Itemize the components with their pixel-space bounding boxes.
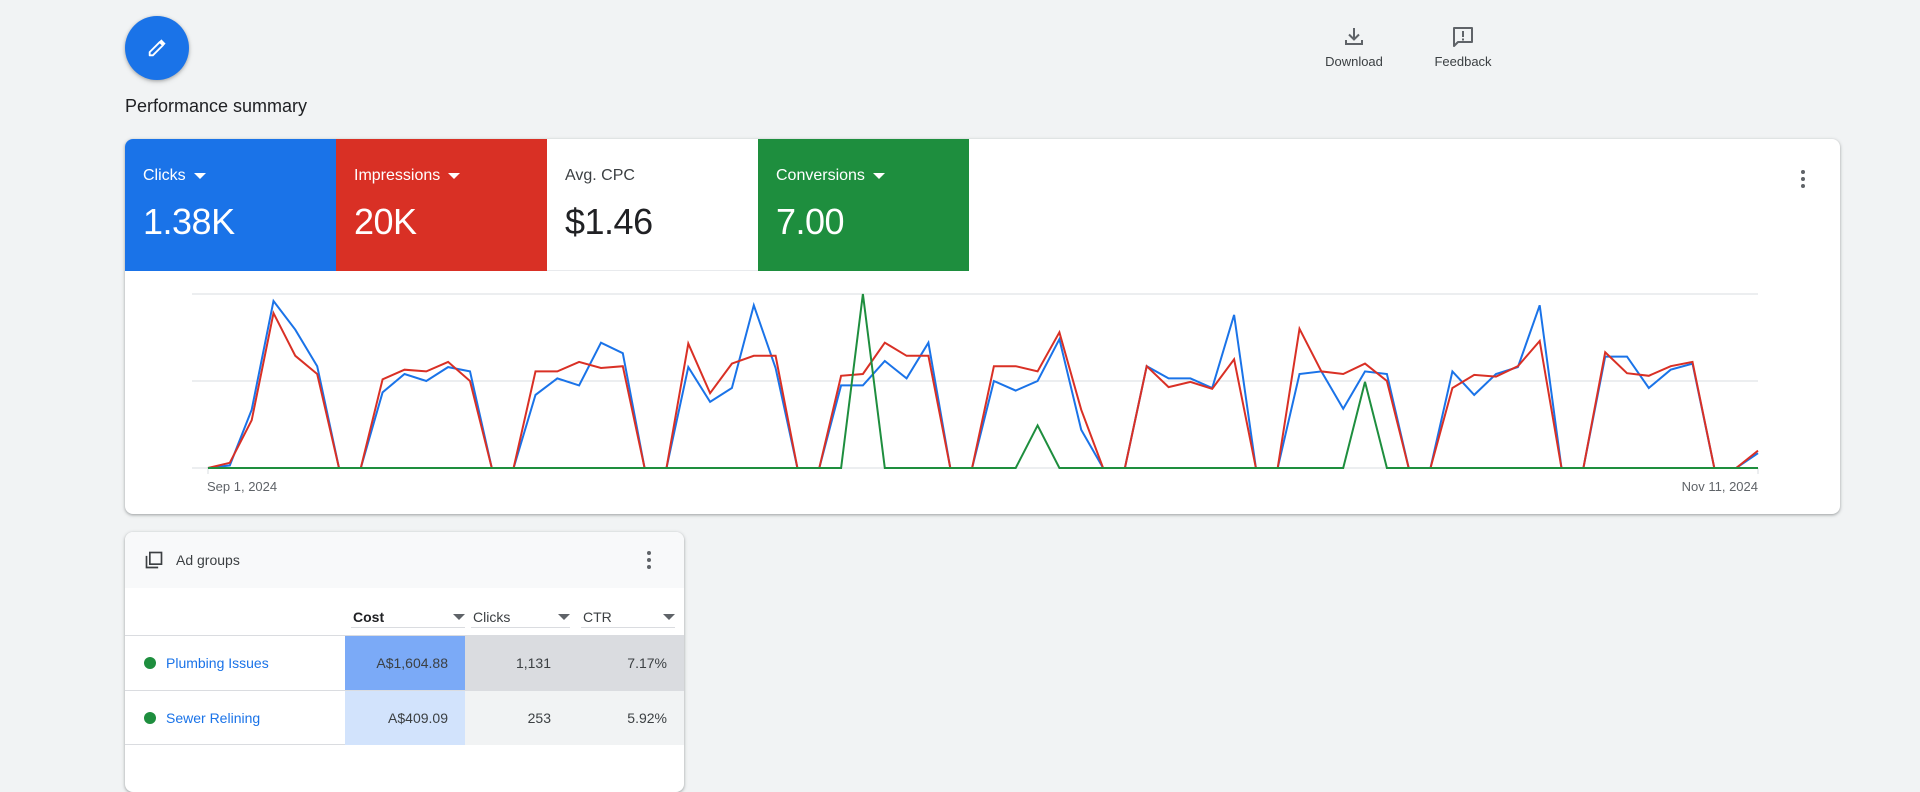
sort-caret-icon — [663, 613, 675, 620]
caret-down-icon — [448, 173, 461, 179]
pencil-icon — [148, 39, 166, 57]
download-icon — [1345, 28, 1363, 45]
cost-cell: A$1,604.88 — [345, 636, 465, 690]
column-label: Clicks — [473, 608, 511, 625]
column-label: Cost — [353, 608, 385, 625]
feedback-label: Feedback — [1434, 54, 1492, 69]
cost-cell: A$409.09 — [345, 691, 465, 745]
line-chart — [192, 293, 1759, 474]
ad-group-name-cell: Sewer Relining — [125, 691, 345, 745]
metric-label: Clicks — [143, 167, 186, 184]
series-line-clicks — [207, 298, 1759, 469]
feedback-icon — [1453, 27, 1473, 47]
feedback-button[interactable]: Feedback — [1418, 24, 1508, 69]
metric-value: 7.00 — [776, 201, 845, 242]
metric-label: Impressions — [354, 167, 441, 184]
ctr-cell: 7.17% — [568, 636, 684, 690]
performance-card: Clicks 1.38K Impressions 20K Avg. CPC $1… — [125, 139, 1840, 514]
metric-value: 20K — [354, 201, 417, 242]
ctr-cell: 5.92% — [568, 691, 684, 745]
ad-group-link[interactable]: Plumbing Issues — [166, 655, 269, 671]
ad-group-link[interactable]: Sewer Relining — [166, 710, 260, 726]
performance-chart — [125, 271, 1840, 514]
x-axis-end-label: Nov 11, 2024 — [1681, 479, 1758, 494]
series-line-impressions — [207, 310, 1759, 469]
more-options-button[interactable] — [1791, 167, 1815, 191]
ad-groups-header: Ad groups — [125, 532, 684, 588]
x-axis-start-label: Sep 1, 2024 — [207, 479, 278, 494]
ad-group-name-cell: Plumbing Issues — [125, 636, 345, 690]
caret-down-icon — [193, 173, 206, 179]
metric-tile-impressions[interactable]: Impressions 20K — [336, 139, 547, 271]
metric-tile-avg-cpc[interactable]: Avg. CPC $1.46 — [547, 139, 758, 271]
ad-groups-icon — [145, 551, 163, 569]
metric-label: Conversions — [776, 167, 865, 184]
more-vert-icon — [647, 551, 651, 555]
ad-groups-title: Ad groups — [176, 552, 240, 568]
table-row: Sewer Relining A$409.09 253 5.92% — [125, 690, 684, 745]
more-vert-icon — [1801, 170, 1805, 174]
sort-caret-icon — [453, 613, 465, 620]
page-title: Performance summary — [125, 96, 308, 116]
status-enabled-icon — [144, 657, 156, 669]
metric-value: 1.38K — [143, 201, 235, 242]
column-header-ctr[interactable]: CTR — [581, 606, 675, 628]
clicks-cell: 1,131 — [465, 636, 568, 690]
status-enabled-icon — [144, 712, 156, 724]
download-label: Download — [1325, 54, 1383, 69]
column-label: CTR — [583, 608, 612, 625]
metric-label: Avg. CPC — [565, 167, 635, 184]
ad-groups-table: Cost Clicks CTR Plumbing Issues A$1,604.… — [125, 588, 684, 745]
metric-tile-clicks[interactable]: Clicks 1.38K — [125, 139, 336, 271]
column-header-cost[interactable]: Cost — [351, 606, 465, 628]
download-button[interactable]: Download — [1309, 24, 1399, 69]
caret-down-icon — [872, 173, 885, 179]
ad-groups-card: Ad groups Cost Clicks CTR Plumbing Issue… — [125, 532, 684, 792]
edit-fab-button[interactable] — [125, 16, 189, 80]
metric-tile-conversions[interactable]: Conversions 7.00 — [758, 139, 969, 271]
table-header-row: Cost Clicks CTR — [125, 588, 684, 635]
table-row: Plumbing Issues A$1,604.88 1,131 7.17% — [125, 635, 684, 690]
metric-tiles: Clicks 1.38K Impressions 20K Avg. CPC $1… — [125, 139, 969, 271]
metric-value: $1.46 — [565, 201, 653, 242]
column-header-clicks[interactable]: Clicks — [471, 606, 570, 628]
clicks-cell: 253 — [465, 691, 568, 745]
ad-groups-more-button[interactable] — [637, 548, 661, 572]
sort-caret-icon — [558, 613, 570, 620]
